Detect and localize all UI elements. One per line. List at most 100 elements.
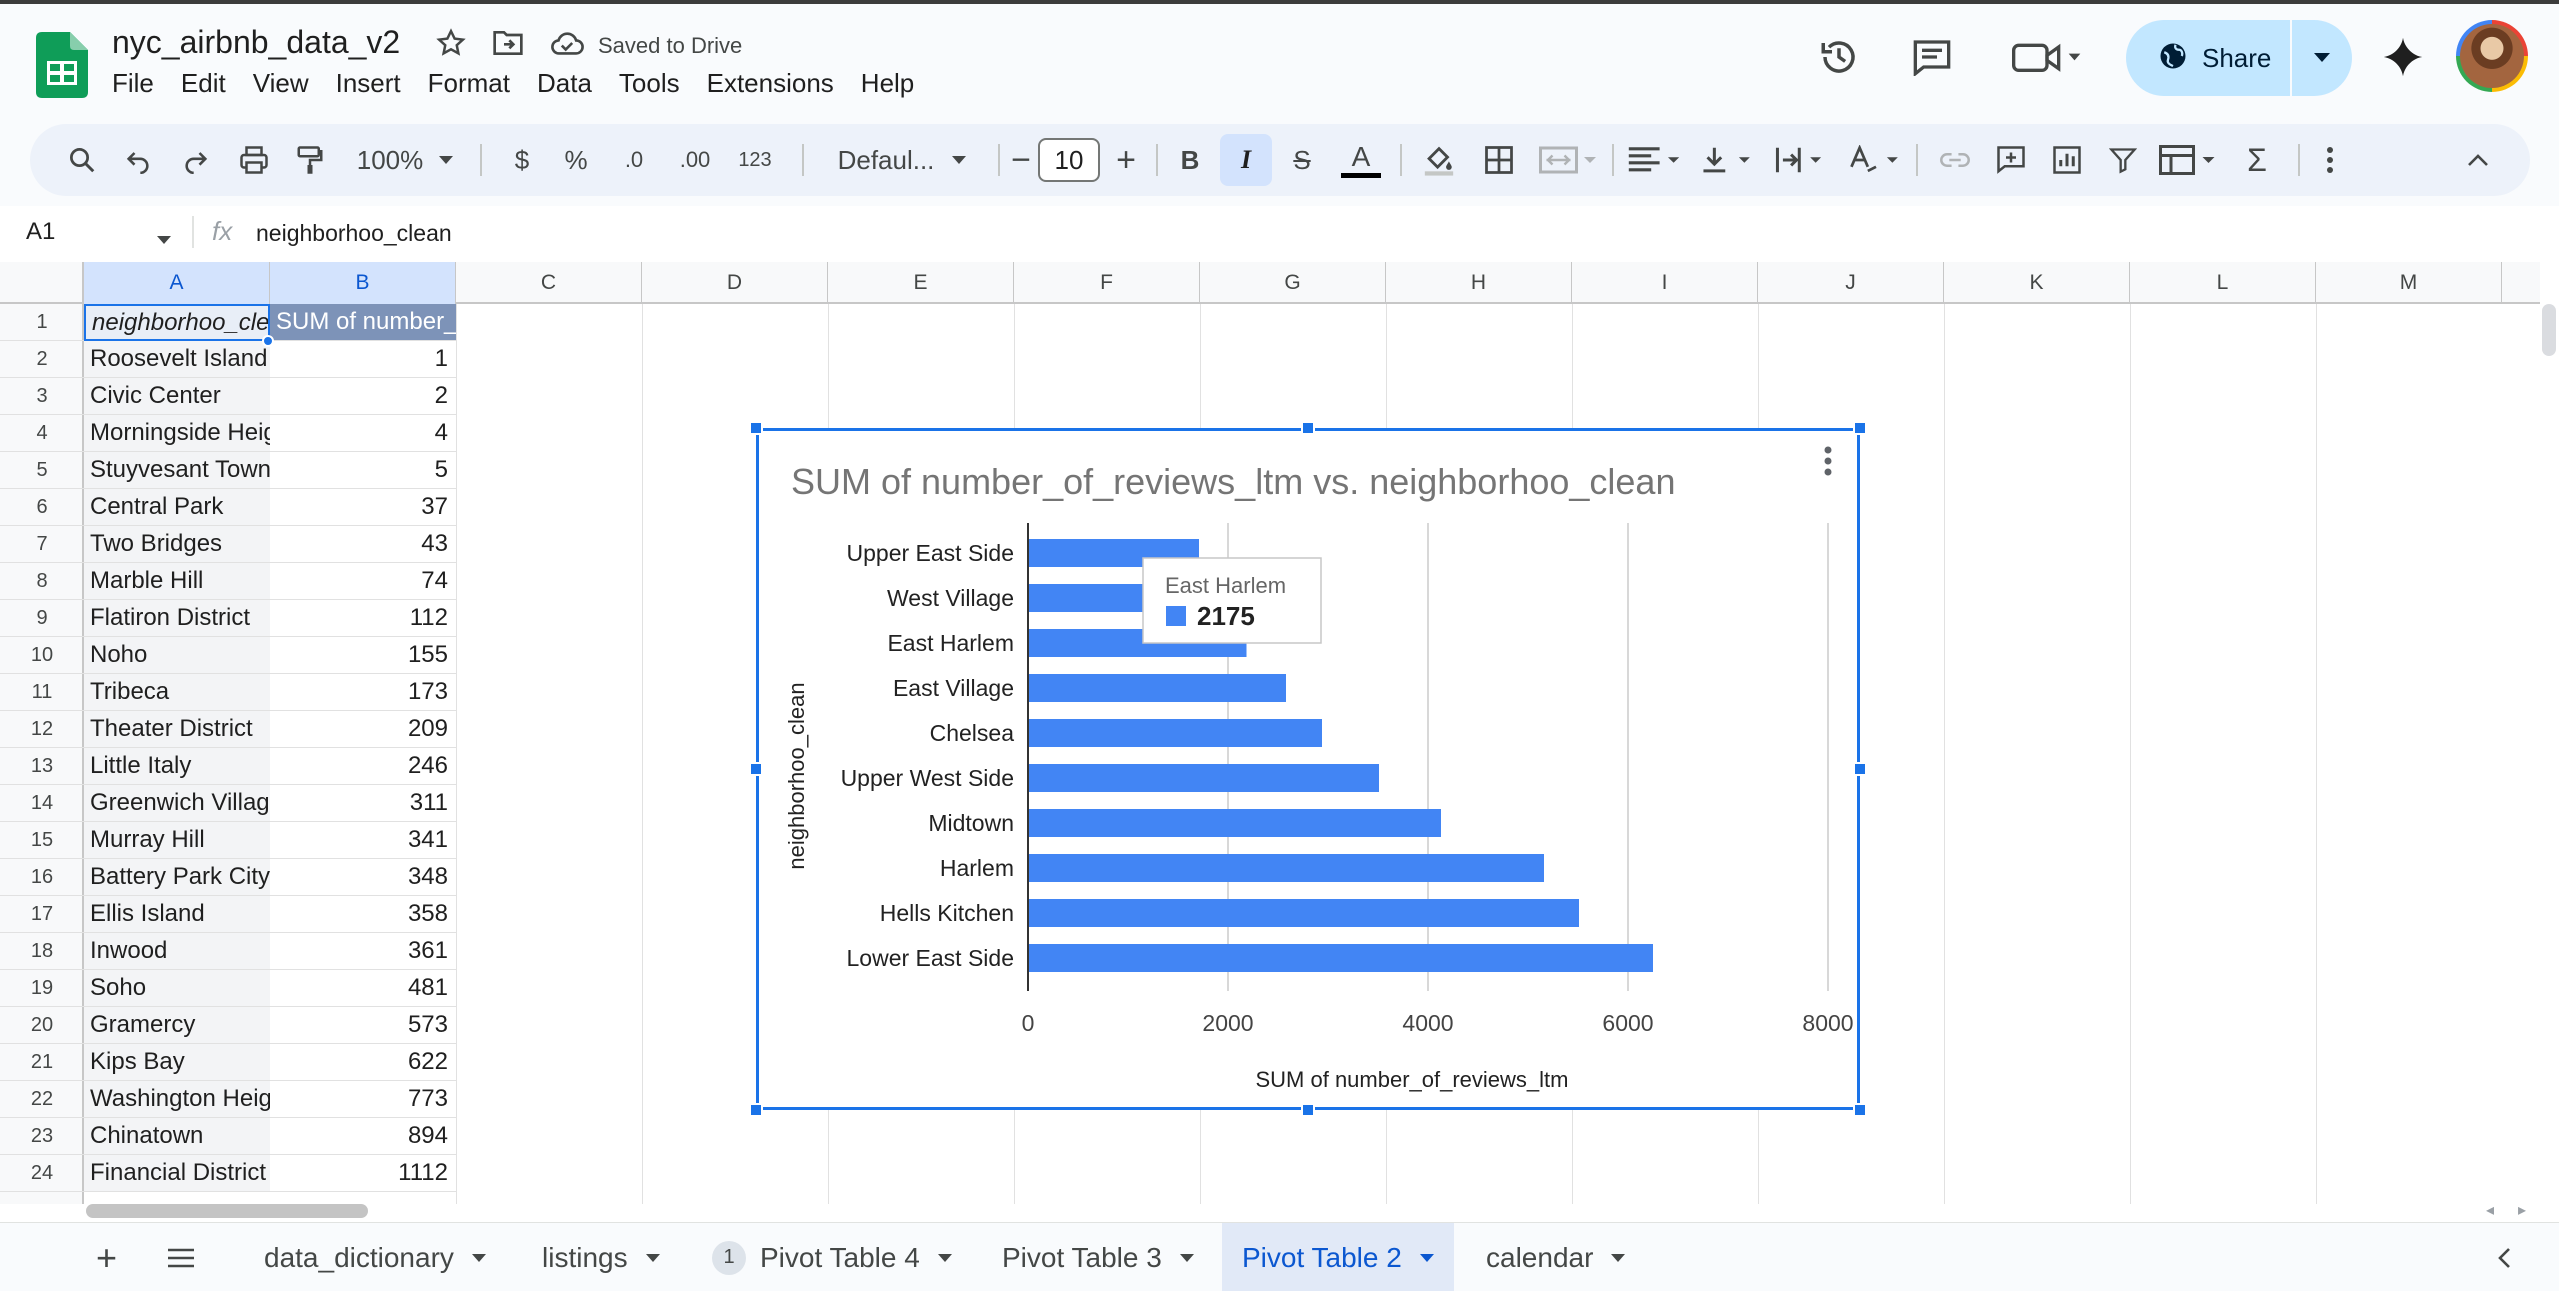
menu-format[interactable]: Format (428, 68, 510, 99)
functions-sigma-icon[interactable]: Σ (2232, 124, 2282, 196)
vertical-align-icon[interactable] (1696, 124, 1760, 196)
share-main[interactable]: Share (2126, 20, 2292, 96)
row-header[interactable]: 5 (0, 452, 84, 489)
filter-views-icon[interactable] (2154, 124, 2224, 196)
text-wrapping-icon[interactable] (1770, 124, 1834, 196)
account-avatar[interactable] (2456, 20, 2528, 92)
cell-neighborhood[interactable]: Murray Hill (84, 822, 270, 859)
resize-handle[interactable] (749, 421, 763, 435)
bar[interactable] (1029, 719, 1322, 747)
decrease-font-size-icon[interactable]: − (1006, 124, 1036, 196)
cell-neighborhood[interactable]: Stuyvesant Town (84, 452, 270, 489)
scroll-left-icon[interactable]: ◂ (2486, 1200, 2494, 1220)
bar[interactable] (1029, 809, 1441, 837)
row-header[interactable]: 23 (0, 1118, 84, 1155)
embedded-chart[interactable]: SUM of number_of_reviews_ltm vs. neighbo… (756, 428, 1860, 1110)
cell-sum-reviews[interactable]: 311 (270, 785, 456, 822)
version-history-icon[interactable] (1818, 36, 1860, 78)
horizontal-align-icon[interactable] (1622, 124, 1686, 196)
cell-sum-reviews[interactable]: 4 (270, 415, 456, 452)
row-header[interactable]: 3 (0, 378, 84, 415)
increase-font-size-icon[interactable]: + (1106, 124, 1146, 196)
sheet-tab-pivot-table-2[interactable]: Pivot Table 2 (1222, 1223, 1454, 1291)
cell-neighborhood[interactable]: Soho (84, 970, 270, 1007)
row-header[interactable]: 17 (0, 896, 84, 933)
column-header[interactable]: L (2130, 262, 2316, 304)
row-header[interactable]: 10 (0, 637, 84, 674)
cell-neighborhood[interactable]: neighborhoo_clean (84, 304, 270, 341)
sidepanel-chevron-left-icon[interactable] (2496, 1223, 2512, 1291)
font-family-select[interactable]: Defaul... (812, 124, 992, 196)
horizontal-scrollbar[interactable] (86, 1204, 368, 1218)
gemini-sparkle-icon[interactable] (2382, 36, 2424, 78)
row-header[interactable]: 1 (0, 304, 84, 341)
row-header[interactable]: 20 (0, 1007, 84, 1044)
format-currency-button[interactable]: $ (502, 124, 542, 196)
cell-neighborhood[interactable]: Washington Heights (84, 1081, 270, 1118)
cell-sum-reviews[interactable]: 341 (270, 822, 456, 859)
filter-icon[interactable] (2098, 124, 2148, 196)
cell-neighborhood[interactable]: Ellis Island (84, 896, 270, 933)
move-folder-icon[interactable] (492, 28, 524, 63)
menu-insert[interactable]: Insert (336, 68, 401, 99)
bar[interactable] (1029, 674, 1286, 702)
scroll-right-icon[interactable]: ▸ (2518, 1200, 2526, 1220)
insert-chart-icon[interactable] (2042, 124, 2092, 196)
redo-icon[interactable] (174, 124, 218, 196)
cell-sum-reviews[interactable]: 894 (270, 1118, 456, 1155)
print-icon[interactable] (232, 124, 276, 196)
cell-neighborhood[interactable]: Central Park (84, 489, 270, 526)
cell-neighborhood[interactable]: Financial District (84, 1155, 270, 1192)
cell-neighborhood[interactable]: Inwood (84, 933, 270, 970)
column-header[interactable]: D (642, 262, 828, 304)
cell-neighborhood[interactable]: Roosevelt Island (84, 341, 270, 378)
row-header[interactable]: 21 (0, 1044, 84, 1081)
bar[interactable] (1029, 764, 1379, 792)
cell-neighborhood[interactable]: Theater District (84, 711, 270, 748)
text-rotation-icon[interactable] (1844, 124, 1908, 196)
column-header[interactable]: G (1200, 262, 1386, 304)
column-header[interactable]: B (270, 262, 456, 304)
paint-format-icon[interactable] (288, 124, 332, 196)
cell-neighborhood[interactable]: Morningside Heights (84, 415, 270, 452)
meet-icon[interactable] (2012, 40, 2082, 74)
vertical-scrollbar[interactable] (2542, 304, 2556, 356)
cell-neighborhood[interactable]: Noho (84, 637, 270, 674)
cell-sum-reviews[interactable]: 573 (270, 1007, 456, 1044)
sheets-logo-icon[interactable] (36, 32, 88, 98)
column-header[interactable]: E (828, 262, 1014, 304)
cloud-saved-icon[interactable] (550, 30, 584, 61)
resize-handle[interactable] (1853, 1103, 1867, 1117)
menu-tools[interactable]: Tools (619, 68, 680, 99)
column-header[interactable]: J (1758, 262, 1944, 304)
strikethrough-button[interactable]: S (1282, 124, 1322, 196)
zoom-select[interactable]: 100% (350, 124, 460, 196)
menu-file[interactable]: File (112, 68, 154, 99)
row-header[interactable]: 13 (0, 748, 84, 785)
resize-handle[interactable] (1301, 1103, 1315, 1117)
cell-sum-reviews[interactable]: 358 (270, 896, 456, 933)
select-all-corner[interactable] (0, 262, 84, 304)
column-header[interactable]: F (1014, 262, 1200, 304)
row-header[interactable]: 4 (0, 415, 84, 452)
share-button[interactable]: Share (2126, 20, 2352, 96)
merge-cells-icon[interactable] (1534, 124, 1604, 196)
resize-handle[interactable] (1853, 421, 1867, 435)
cell-neighborhood[interactable]: Little Italy (84, 748, 270, 785)
row-header[interactable]: 14 (0, 785, 84, 822)
cell-neighborhood[interactable]: Kips Bay (84, 1044, 270, 1081)
sheet-tab-listings[interactable]: listings (542, 1223, 660, 1291)
cell-sum-reviews[interactable]: 74 (270, 563, 456, 600)
column-header[interactable]: A (84, 262, 270, 304)
cell-neighborhood[interactable]: Flatiron District (84, 600, 270, 637)
name-box[interactable]: A1 (26, 218, 55, 246)
resize-handle[interactable] (1301, 421, 1315, 435)
menu-data[interactable]: Data (537, 68, 592, 99)
search-menus-icon[interactable] (60, 124, 104, 196)
row-header[interactable]: 6 (0, 489, 84, 526)
cell-sum-reviews[interactable]: 155 (270, 637, 456, 674)
text-color-button[interactable]: A (1336, 124, 1386, 196)
all-sheets-menu-icon[interactable] (166, 1223, 196, 1291)
cell-sum-reviews[interactable]: 622 (270, 1044, 456, 1081)
sheet-tab-pivot-table-4[interactable]: 1 Pivot Table 4 (712, 1223, 952, 1291)
